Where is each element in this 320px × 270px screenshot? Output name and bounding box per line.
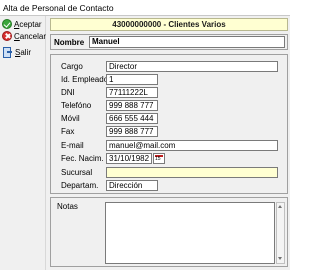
window-client: Aceptar Cancelar Salir 43000000000 - Cli…	[0, 16, 290, 270]
cargo-label: Cargo	[61, 62, 83, 71]
cancel-button[interactable]: Cancelar	[2, 30, 46, 42]
cancel-label: Cancelar	[14, 31, 47, 41]
email-field[interactable]: manuel@mail.com	[106, 140, 278, 151]
notas-label: Notas	[57, 202, 78, 211]
calendar-icon: 15	[155, 156, 161, 162]
accept-label: Aceptar	[14, 19, 42, 29]
calendar-button[interactable]: 15	[153, 153, 165, 164]
window-title: Alta de Personal de Contacto	[3, 3, 114, 13]
exit-button[interactable]: Salir	[2, 46, 31, 58]
scroll-down-icon[interactable]	[277, 255, 284, 263]
departamento-field[interactable]: Dirección	[106, 180, 158, 191]
cargo-field[interactable]: Director	[106, 61, 278, 72]
cancel-icon	[2, 31, 12, 41]
id-empleado-field[interactable]: 1	[106, 74, 158, 85]
fax-label: Fax	[61, 127, 75, 136]
telefono-label: Telefóno	[61, 101, 92, 110]
dni-field[interactable]: 77111222L	[106, 87, 158, 98]
client-header: 43000000000 - Clientes Varios	[50, 18, 288, 31]
fec-nacim-label: Fec. Nacim.	[61, 154, 104, 163]
fax-field[interactable]: 999 888 777	[106, 126, 158, 137]
nombre-panel: Nombre Manuel	[50, 34, 288, 50]
accept-button[interactable]: Aceptar	[2, 18, 42, 30]
movil-label: Móvil	[61, 114, 80, 123]
check-icon	[2, 19, 12, 29]
sucursal-field[interactable]	[106, 167, 278, 178]
exit-door-icon	[2, 47, 12, 58]
id-empleado-label: Id. Empleado	[61, 75, 109, 84]
scroll-up-icon[interactable]	[277, 203, 284, 211]
dni-label: DNI	[61, 88, 75, 97]
notas-textarea[interactable]	[105, 202, 275, 264]
action-toolbar: Aceptar Cancelar Salir	[0, 16, 46, 270]
email-label: E-mail	[61, 141, 84, 150]
movil-field[interactable]: 666 555 444	[106, 113, 158, 124]
contact-fields-panel: Cargo Director Id. Empleado 1 DNI 771112…	[50, 54, 288, 194]
fec-nacim-field[interactable]: 31/10/1982	[106, 153, 152, 164]
departamento-label: Departam.	[61, 181, 99, 190]
title-bar: Alta de Personal de Contacto	[0, 0, 290, 16]
nombre-label: Nombre	[54, 38, 85, 47]
sucursal-label: Sucursal	[61, 168, 93, 177]
telefono-field[interactable]: 999 888 777	[106, 100, 158, 111]
notes-scrollbar[interactable]	[276, 202, 285, 264]
nombre-field[interactable]: Manuel	[89, 36, 285, 48]
notes-panel: Notas	[50, 197, 288, 267]
exit-label: Salir	[15, 47, 32, 57]
